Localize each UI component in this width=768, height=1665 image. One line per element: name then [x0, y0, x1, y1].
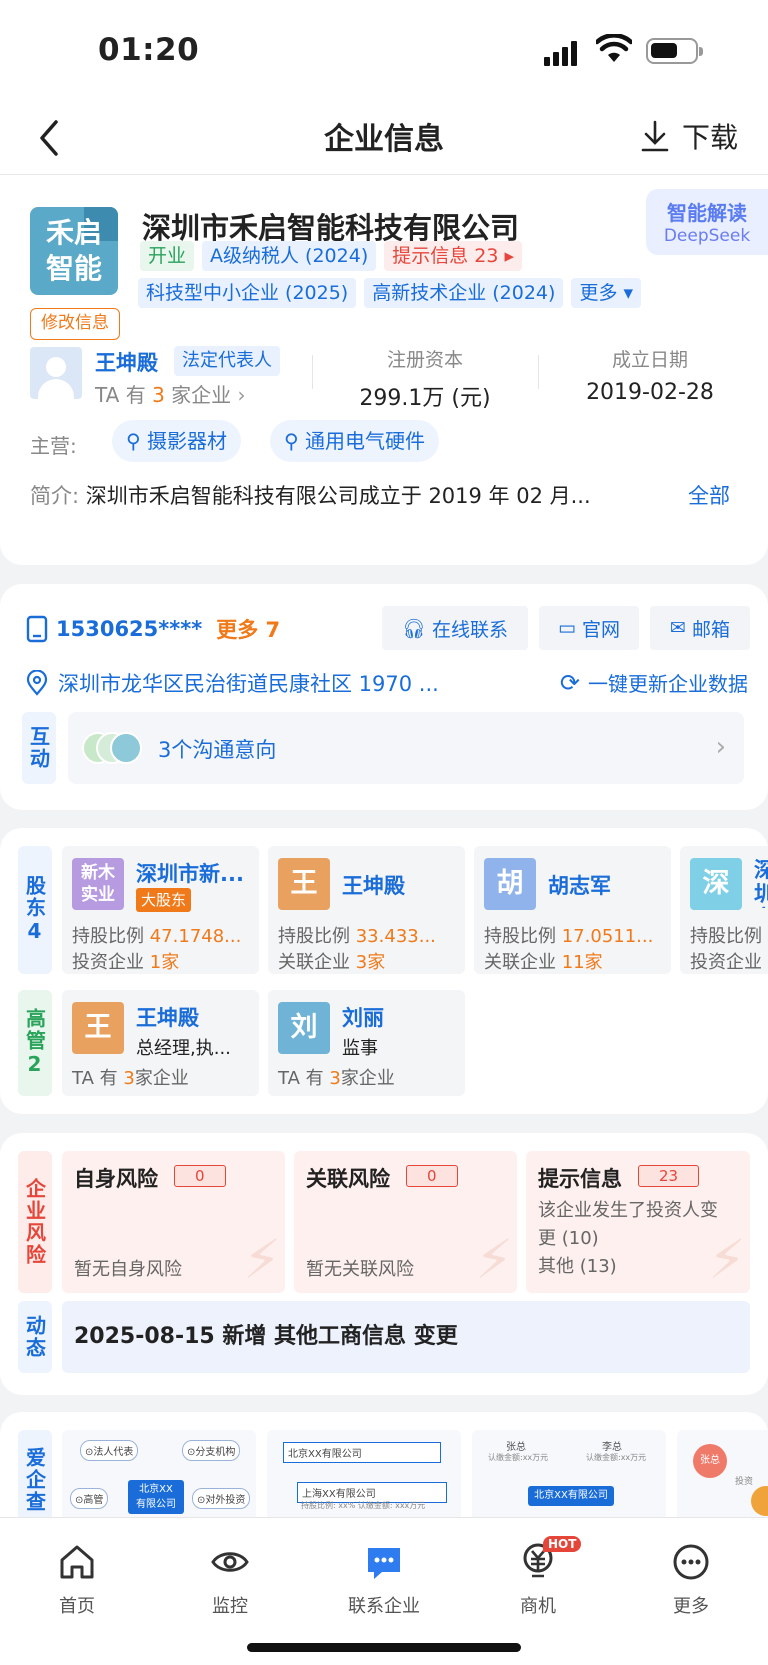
tag-tax-level: A级纳税人 (2024): [202, 241, 377, 271]
chevron-right-icon: ›: [237, 383, 246, 407]
browser-icon: ▭: [558, 617, 576, 639]
more-icon: [673, 1544, 709, 1580]
company-logo: 禾启 智能: [30, 207, 118, 295]
company-intro: 简介: 深圳市禾启智能科技有限公司成立于 2019 年 02 月... 全部: [30, 480, 730, 510]
manager-avatar: 刘: [278, 1002, 330, 1054]
self-risk-card[interactable]: 自身风险 0 暂无自身风险 ⚡︎: [62, 1151, 285, 1293]
location-icon: [26, 670, 48, 696]
cellular-signal-icon: [544, 38, 584, 66]
manager-card[interactable]: 刘 刘丽 监事 TA 有 3家企业: [268, 990, 465, 1096]
shareholder-card[interactable]: 深 深圳市 持股比例 投资企业: [680, 846, 768, 974]
wifi-icon: [596, 34, 632, 62]
manager-avatar: 王: [72, 1002, 124, 1054]
interaction-avatars: [82, 732, 146, 764]
email-button[interactable]: ✉ 邮箱: [650, 606, 750, 650]
tag-status: 开业: [140, 241, 195, 271]
home-icon: [60, 1545, 94, 1579]
risk-card: 企业风险 自身风险 0 暂无自身风险 ⚡︎ 关联风险 0 暂无关联风险 ⚡︎ 提…: [0, 1133, 768, 1395]
intro-text: 深圳市禾启智能科技有限公司成立于 2019 年 02 月...: [85, 484, 591, 508]
notice-info-card[interactable]: 提示信息 23 该企业发生了投资人变更 (10) 其他 (13) ⚡︎: [526, 1151, 750, 1293]
clock: 01:20: [98, 32, 200, 68]
company-card: 禾启 智能 修改信息 深圳市禾启智能科技有限公司 智能解读 DeepSeek 开…: [0, 175, 768, 565]
tab-home[interactable]: 首页: [22, 1540, 132, 1618]
related-risk-card[interactable]: 关联风险 0 暂无关联风险 ⚡︎: [294, 1151, 517, 1293]
ai-interpret-button[interactable]: 智能解读 DeepSeek: [646, 189, 768, 255]
shareholder-card[interactable]: 王 王坤殿 持股比例 33.433... 关联企业 3家: [268, 846, 465, 974]
tag-notice[interactable]: 提示信息 23 ▸: [384, 241, 523, 271]
hot-badge: HOT: [543, 1536, 582, 1552]
people-card: 股东4 高管2 新木 实业 深圳市新... 大股东 持股比例 47.1748...…: [0, 828, 768, 1114]
online-contact-button[interactable]: 🎧︎ 在线联系: [382, 606, 528, 650]
business-chip-1[interactable]: ⚲ 摄影器材: [112, 420, 242, 462]
mail-icon: ✉: [670, 617, 686, 639]
home-indicator: [247, 1643, 521, 1652]
phone-row[interactable]: 1530625**** 更多 7: [26, 614, 280, 644]
risk-label: 企业风险: [18, 1151, 52, 1293]
chat-icon: [368, 1548, 400, 1579]
phone-more: 更多 7: [216, 618, 281, 642]
legal-rep-name[interactable]: 王坤殿: [95, 347, 158, 377]
eye-icon: [211, 1552, 249, 1572]
tab-contact-company[interactable]: 联系企业: [329, 1540, 439, 1618]
address-row[interactable]: 深圳市龙华区民治街道民康社区 1970 ...: [26, 668, 439, 698]
business-chip-2[interactable]: ⚲ 通用电气硬件: [270, 420, 440, 462]
tag-tech-sme: 科技型中小企业 (2025): [138, 278, 357, 308]
legal-rep-avatar: [30, 347, 82, 399]
update-data-button[interactable]: ⟳ 一键更新企业数据: [560, 668, 748, 697]
download-label: 下载: [681, 121, 738, 154]
website-button[interactable]: ▭ 官网: [539, 606, 639, 650]
status-bar: 01:20: [0, 0, 768, 100]
search-icon: ⚲: [284, 429, 299, 453]
chevron-right-icon: ›: [715, 732, 726, 762]
refresh-icon: ⟳: [559, 668, 580, 697]
managers-label: 高管2: [18, 990, 52, 1096]
legal-rep-companies[interactable]: TA 有 3 家企业 ›: [95, 379, 246, 408]
manager-card[interactable]: 王 王坤殿 总经理,执... TA 有 3家企业: [62, 990, 259, 1096]
dynamic-label: 动态: [18, 1301, 52, 1373]
tags-row-1: 开业 A级纳税人 (2024) 提示信息 23 ▸: [140, 241, 523, 271]
legal-rep-badge: 法定代表人: [174, 346, 280, 376]
shareholders-label: 股东4: [18, 846, 52, 974]
headset-icon: 🎧︎: [401, 617, 427, 640]
shareholder-avatar: 胡: [484, 858, 536, 910]
lightning-icon: ⚡︎: [708, 1228, 746, 1291]
tab-more[interactable]: 更多: [636, 1540, 746, 1618]
ai-model-label: DeepSeek: [663, 226, 751, 246]
search-icon: ⚲: [126, 429, 141, 453]
lightning-icon: ⚡︎: [475, 1228, 513, 1291]
interaction-row[interactable]: 3个沟通意向 ›: [68, 712, 744, 784]
download-icon: [641, 120, 669, 152]
tab-monitor[interactable]: 监控: [175, 1540, 285, 1618]
registered-capital: 注册资本 299.1万 (元): [359, 349, 491, 411]
shareholder-avatar: 新木 实业: [72, 858, 124, 910]
ai-label: 智能解读: [667, 201, 747, 225]
tag-high-tech: 高新技术企业 (2024): [364, 278, 564, 308]
business-label: 主营:: [30, 434, 77, 458]
shareholder-card[interactable]: 胡 胡志军 持股比例 17.0511... 关联企业 11家: [474, 846, 671, 974]
intro-all-link[interactable]: 全部: [688, 480, 730, 510]
download-button[interactable]: 下载: [640, 116, 738, 156]
lightning-icon: ⚡︎: [243, 1228, 281, 1291]
graph-label: 爱企查: [18, 1430, 52, 1530]
major-shareholder-badge: 大股东: [136, 888, 192, 912]
shareholder-card[interactable]: 新木 实业 深圳市新... 大股东 持股比例 47.1748... 投资企业 1家: [62, 846, 259, 974]
shareholder-avatar: 深: [690, 858, 742, 910]
contact-card: 1530625**** 更多 7 🎧︎ 在线联系 ▭ 官网 ✉ 邮箱 深圳市龙华区民治…: [0, 584, 768, 810]
founded-date: 成立日期 2019-02-28: [586, 349, 714, 405]
tags-row-2: 科技型中小企业 (2025) 高新技术企业 (2024) 更多 ▾: [138, 278, 642, 308]
shareholder-avatar: 王: [278, 858, 330, 910]
edit-info-button[interactable]: 修改信息: [30, 308, 120, 340]
tags-more-button[interactable]: 更多 ▾: [571, 278, 642, 308]
interact-label: 互动: [22, 712, 56, 784]
phone-icon: [26, 615, 48, 643]
tab-opportunity[interactable]: HOT 商机: [483, 1536, 593, 1618]
nav-bar: 企业信息 下载: [0, 100, 768, 175]
dynamic-item[interactable]: 2025-08-15 新增 其他工商信息 变更: [62, 1301, 750, 1373]
battery-icon: [646, 38, 703, 64]
